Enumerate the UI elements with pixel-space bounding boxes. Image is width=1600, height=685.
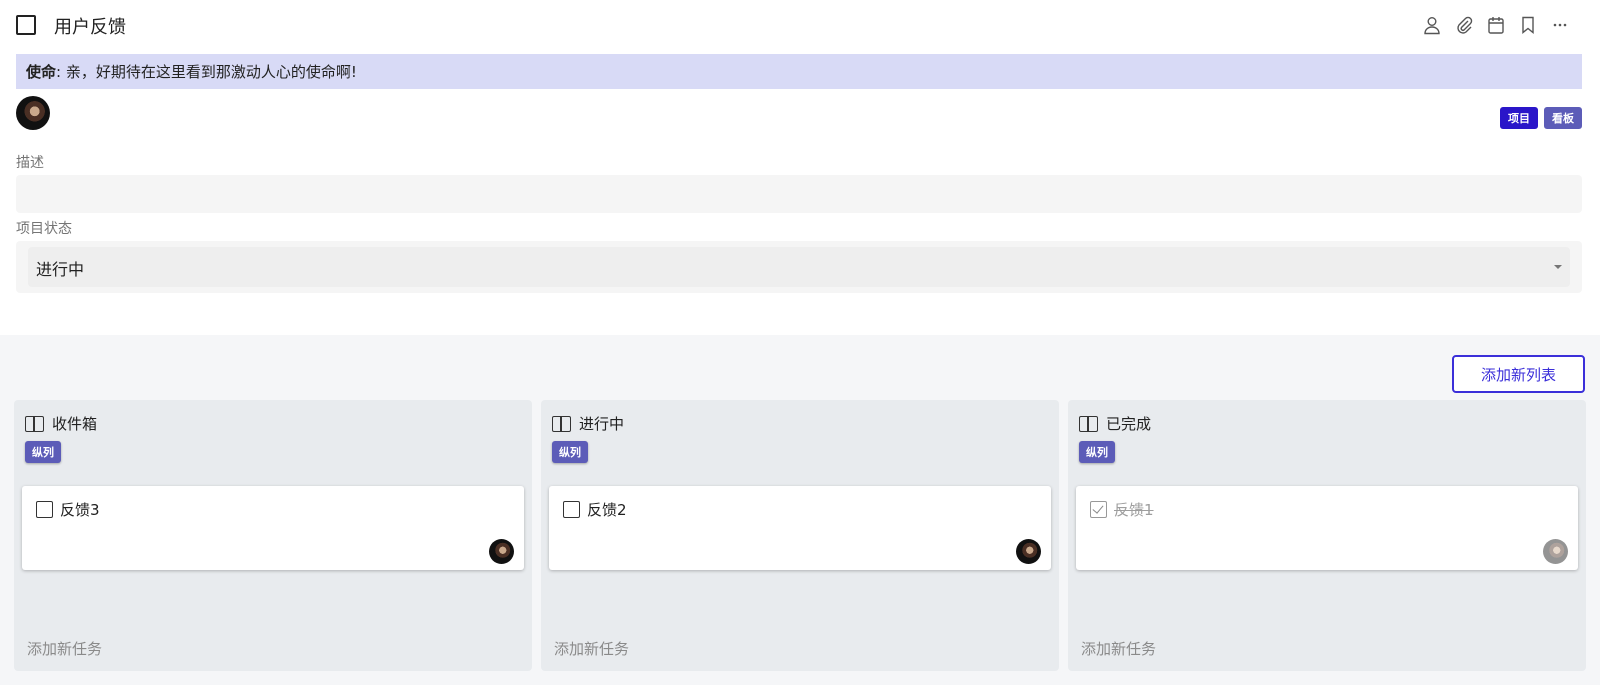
column-icon [552, 415, 571, 432]
column-icon [25, 415, 44, 432]
status-value: 进行中 [36, 260, 85, 279]
status-field-wrapper: 进行中 [16, 241, 1582, 293]
column-header: 已完成 [1079, 413, 1151, 434]
task-card[interactable]: 反馈3 [22, 486, 524, 570]
status-select[interactable]: 进行中 [28, 247, 1570, 287]
column-title[interactable]: 进行中 [579, 413, 624, 434]
add-list-button[interactable]: 添加新列表 [1452, 355, 1585, 393]
mission-separator: : [56, 63, 62, 81]
column-in-progress: 进行中 纵列 反馈2 添加新任务 [541, 400, 1059, 671]
task-title: 反馈2 [587, 501, 627, 519]
column-done: 已完成 纵列 反馈1 添加新任务 [1068, 400, 1586, 671]
mission-banner: 使命: 亲，好期待在这里看到那激动人心的使命啊! [16, 54, 1582, 89]
task-card[interactable]: 反馈2 [549, 486, 1051, 570]
column-tag[interactable]: 纵列 [1079, 441, 1115, 463]
description-label: 描述 [16, 155, 44, 171]
person-icon[interactable] [1422, 14, 1442, 36]
kanban-board: 添加新列表 收件箱 纵列 反馈3 添加新任务 进行中 纵列 反馈2 添加新任务 … [0, 335, 1600, 685]
toolbar-icons [1422, 14, 1570, 36]
task-avatar [1543, 539, 1568, 564]
column-inbox: 收件箱 纵列 反馈3 添加新任务 [14, 400, 532, 671]
title-checkbox[interactable] [16, 15, 36, 35]
task-avatar [1016, 539, 1041, 564]
task-card[interactable]: 反馈1 [1076, 486, 1578, 570]
tag-project[interactable]: 项目 [1500, 107, 1538, 129]
column-title[interactable]: 已完成 [1106, 413, 1151, 434]
column-tag[interactable]: 纵列 [25, 441, 61, 463]
mission-label: 使命 [26, 63, 57, 81]
description-field[interactable] [16, 175, 1582, 213]
column-header: 进行中 [552, 413, 624, 434]
column-header: 收件箱 [25, 413, 97, 434]
avatar[interactable] [16, 96, 50, 130]
add-task-link[interactable]: 添加新任务 [554, 638, 629, 659]
task-avatar [489, 539, 514, 564]
tag-list: 项目 看板 [1500, 107, 1582, 129]
tag-kanban[interactable]: 看板 [1544, 107, 1582, 129]
task-checkbox[interactable] [563, 501, 580, 518]
add-task-link[interactable]: 添加新任务 [27, 638, 102, 659]
paperclip-icon[interactable] [1454, 14, 1474, 36]
calendar-icon[interactable] [1486, 14, 1506, 36]
mission-text: 亲，好期待在这里看到那激动人心的使命啊! [65, 63, 357, 81]
chevron-down-icon [1554, 265, 1562, 269]
task-title: 反馈1 [1114, 501, 1154, 519]
column-tag[interactable]: 纵列 [552, 441, 588, 463]
header-bar: 用户反馈 [0, 0, 1600, 52]
task-title: 反馈3 [60, 501, 100, 519]
column-title[interactable]: 收件箱 [52, 413, 97, 434]
task-checkbox-checked[interactable] [1090, 501, 1107, 518]
bookmark-icon[interactable] [1518, 14, 1538, 36]
status-label: 项目状态 [16, 221, 72, 237]
page-title: 用户反馈 [54, 17, 126, 38]
add-task-link[interactable]: 添加新任务 [1081, 638, 1156, 659]
more-icon[interactable] [1550, 14, 1570, 36]
task-checkbox[interactable] [36, 501, 53, 518]
column-icon [1079, 415, 1098, 432]
